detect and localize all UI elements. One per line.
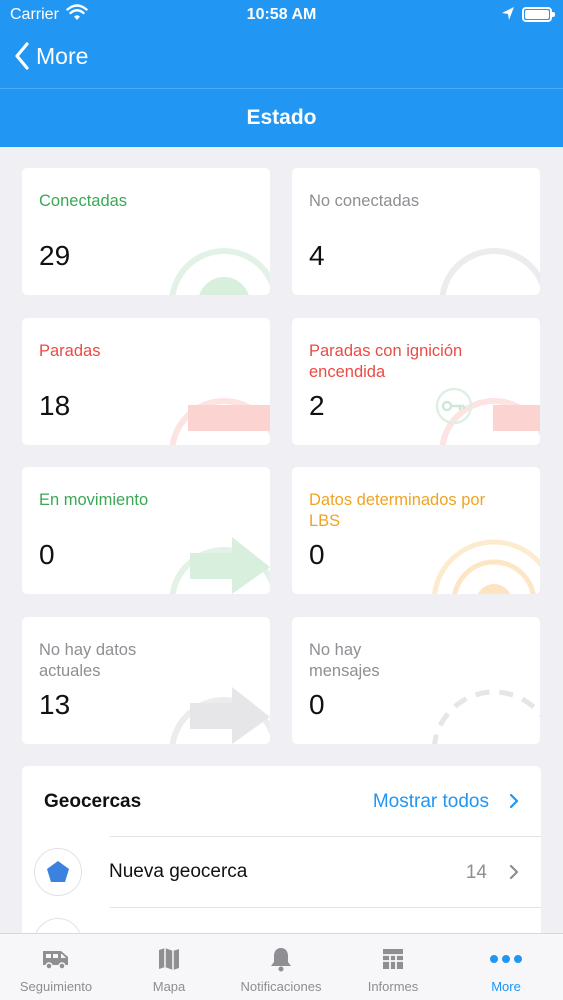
- geofences-header: Geocercas Mostrar todos: [22, 766, 541, 836]
- tab-label: Informes: [367, 979, 419, 994]
- tab-label: Notificaciones: [240, 979, 322, 994]
- chevron-right-icon[interactable]: [509, 793, 519, 809]
- tab-label: Mapa: [152, 979, 186, 994]
- card-count: 13: [39, 689, 71, 720]
- connected-status-icon: [169, 248, 270, 295]
- card-stopped[interactable]: Paradas 18: [22, 318, 270, 445]
- card-label: No hay mensajes: [309, 641, 380, 680]
- location-arrow-icon: [501, 6, 515, 27]
- battery-icon: [522, 7, 555, 22]
- show-all-link[interactable]: Mostrar todos: [373, 791, 489, 813]
- card-count: 29: [39, 240, 71, 271]
- list-item[interactable]: Nueva geocerca 14: [22, 837, 541, 907]
- moving-status-icon: [169, 537, 270, 594]
- card-label: Paradas con ignición encendida: [309, 342, 463, 381]
- card-label: No hay datos actuales: [39, 641, 137, 680]
- chevron-left-icon: [15, 42, 29, 70]
- more-dots-icon: [450, 946, 562, 972]
- carrier-label: Carrier: [10, 6, 59, 23]
- card-label: Conectadas: [39, 192, 128, 210]
- tab-tracking[interactable]: Seguimiento: [0, 934, 112, 1000]
- card-disconnected[interactable]: No conectadas 4: [292, 168, 540, 295]
- navigation-bar: More: [0, 30, 563, 88]
- card-label: Paradas: [39, 342, 101, 360]
- table-icon: [337, 946, 449, 972]
- card-label: En movimiento: [39, 491, 149, 509]
- key-icon: [435, 387, 473, 425]
- stop-status-icon: [169, 398, 270, 445]
- card-count: 0: [309, 539, 325, 570]
- geofence-count: 14: [465, 862, 487, 883]
- tab-label: Seguimiento: [19, 979, 93, 994]
- page-title: Estado: [246, 106, 317, 129]
- no-messages-status-icon: [432, 689, 540, 744]
- tab-bar: Seguimiento Mapa Notificaciones Informes…: [0, 933, 563, 1000]
- chevron-right-icon: [509, 864, 519, 880]
- card-count: 2: [309, 390, 325, 421]
- geofence-name: Nueva geocerca: [109, 861, 248, 882]
- card-count: 0: [39, 539, 55, 570]
- card-label: No conectadas: [309, 192, 420, 210]
- back-button[interactable]: More: [14, 42, 88, 70]
- van-icon: [0, 946, 112, 972]
- card-no-current-data[interactable]: No hay datos actuales 13: [22, 617, 270, 744]
- card-stopped-ignition[interactable]: Paradas con ignición encendida 2: [292, 318, 540, 445]
- card-lbs[interactable]: Datos determinados por LBS 0: [292, 467, 540, 594]
- card-connected[interactable]: Conectadas 29: [22, 168, 270, 295]
- card-moving[interactable]: En movimiento 0: [22, 467, 270, 594]
- tab-notifications[interactable]: Notificaciones: [225, 934, 337, 1000]
- tab-label: More: [491, 979, 521, 994]
- geofence-icon-badge: [34, 848, 82, 896]
- card-no-messages[interactable]: No hay mensajes 0: [292, 617, 540, 744]
- card-count: 0: [309, 689, 325, 720]
- divider: [110, 907, 541, 908]
- map-icon: [113, 946, 225, 972]
- status-bar: Carrier 10:58 AM: [0, 0, 563, 30]
- disconnected-status-icon: [439, 248, 540, 295]
- bell-icon: [225, 946, 337, 972]
- tab-map[interactable]: Mapa: [113, 934, 225, 1000]
- wifi-icon: [66, 4, 88, 27]
- tab-more[interactable]: More: [450, 934, 562, 1000]
- card-count: 4: [309, 240, 325, 271]
- pentagon-icon: [47, 861, 69, 882]
- tab-reports[interactable]: Informes: [337, 934, 449, 1000]
- title-bar: Estado: [0, 88, 563, 147]
- geofences-title: Geocercas: [44, 791, 142, 812]
- card-count: 18: [39, 390, 71, 421]
- back-label: More: [36, 42, 89, 69]
- card-label: Datos determinados por LBS: [309, 491, 486, 530]
